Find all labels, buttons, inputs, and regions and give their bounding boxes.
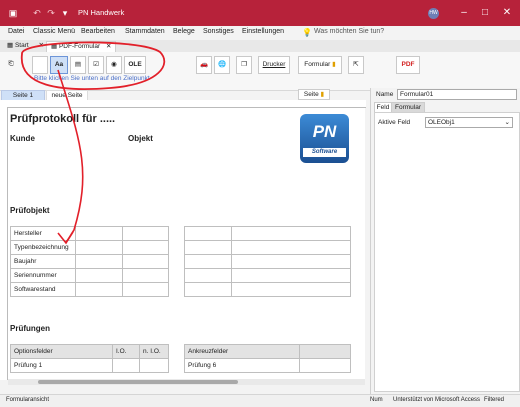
annotation-arrow-line [57,69,84,243]
chevron-down-icon: ⌄ [504,119,510,126]
properties-panel: Name Formular01 Feld Formular Aktive Fel… [370,88,520,394]
aktives-feld-label: Aktive Feld [378,119,411,126]
name-label: Name [376,91,394,98]
name-field[interactable]: Formular01 [397,89,517,100]
annotation-circle [21,41,166,90]
panel-content: Aktive Feld OLEObj1 ⌄ [374,112,520,392]
status-filtered: Filtered [484,397,505,403]
tab-feld[interactable]: Feld [374,102,392,112]
status-num: Num [370,397,383,403]
aktives-feld-select[interactable]: OLEObj1 ⌄ [425,117,513,128]
status-bar: Formularansicht Num Unterstützt von Micr… [0,394,520,407]
status-view: Formularansicht [6,397,50,403]
aktives-feld-value: OLEObj1 [428,119,455,126]
status-support: Unterstützt von Microsoft Access [393,397,481,403]
